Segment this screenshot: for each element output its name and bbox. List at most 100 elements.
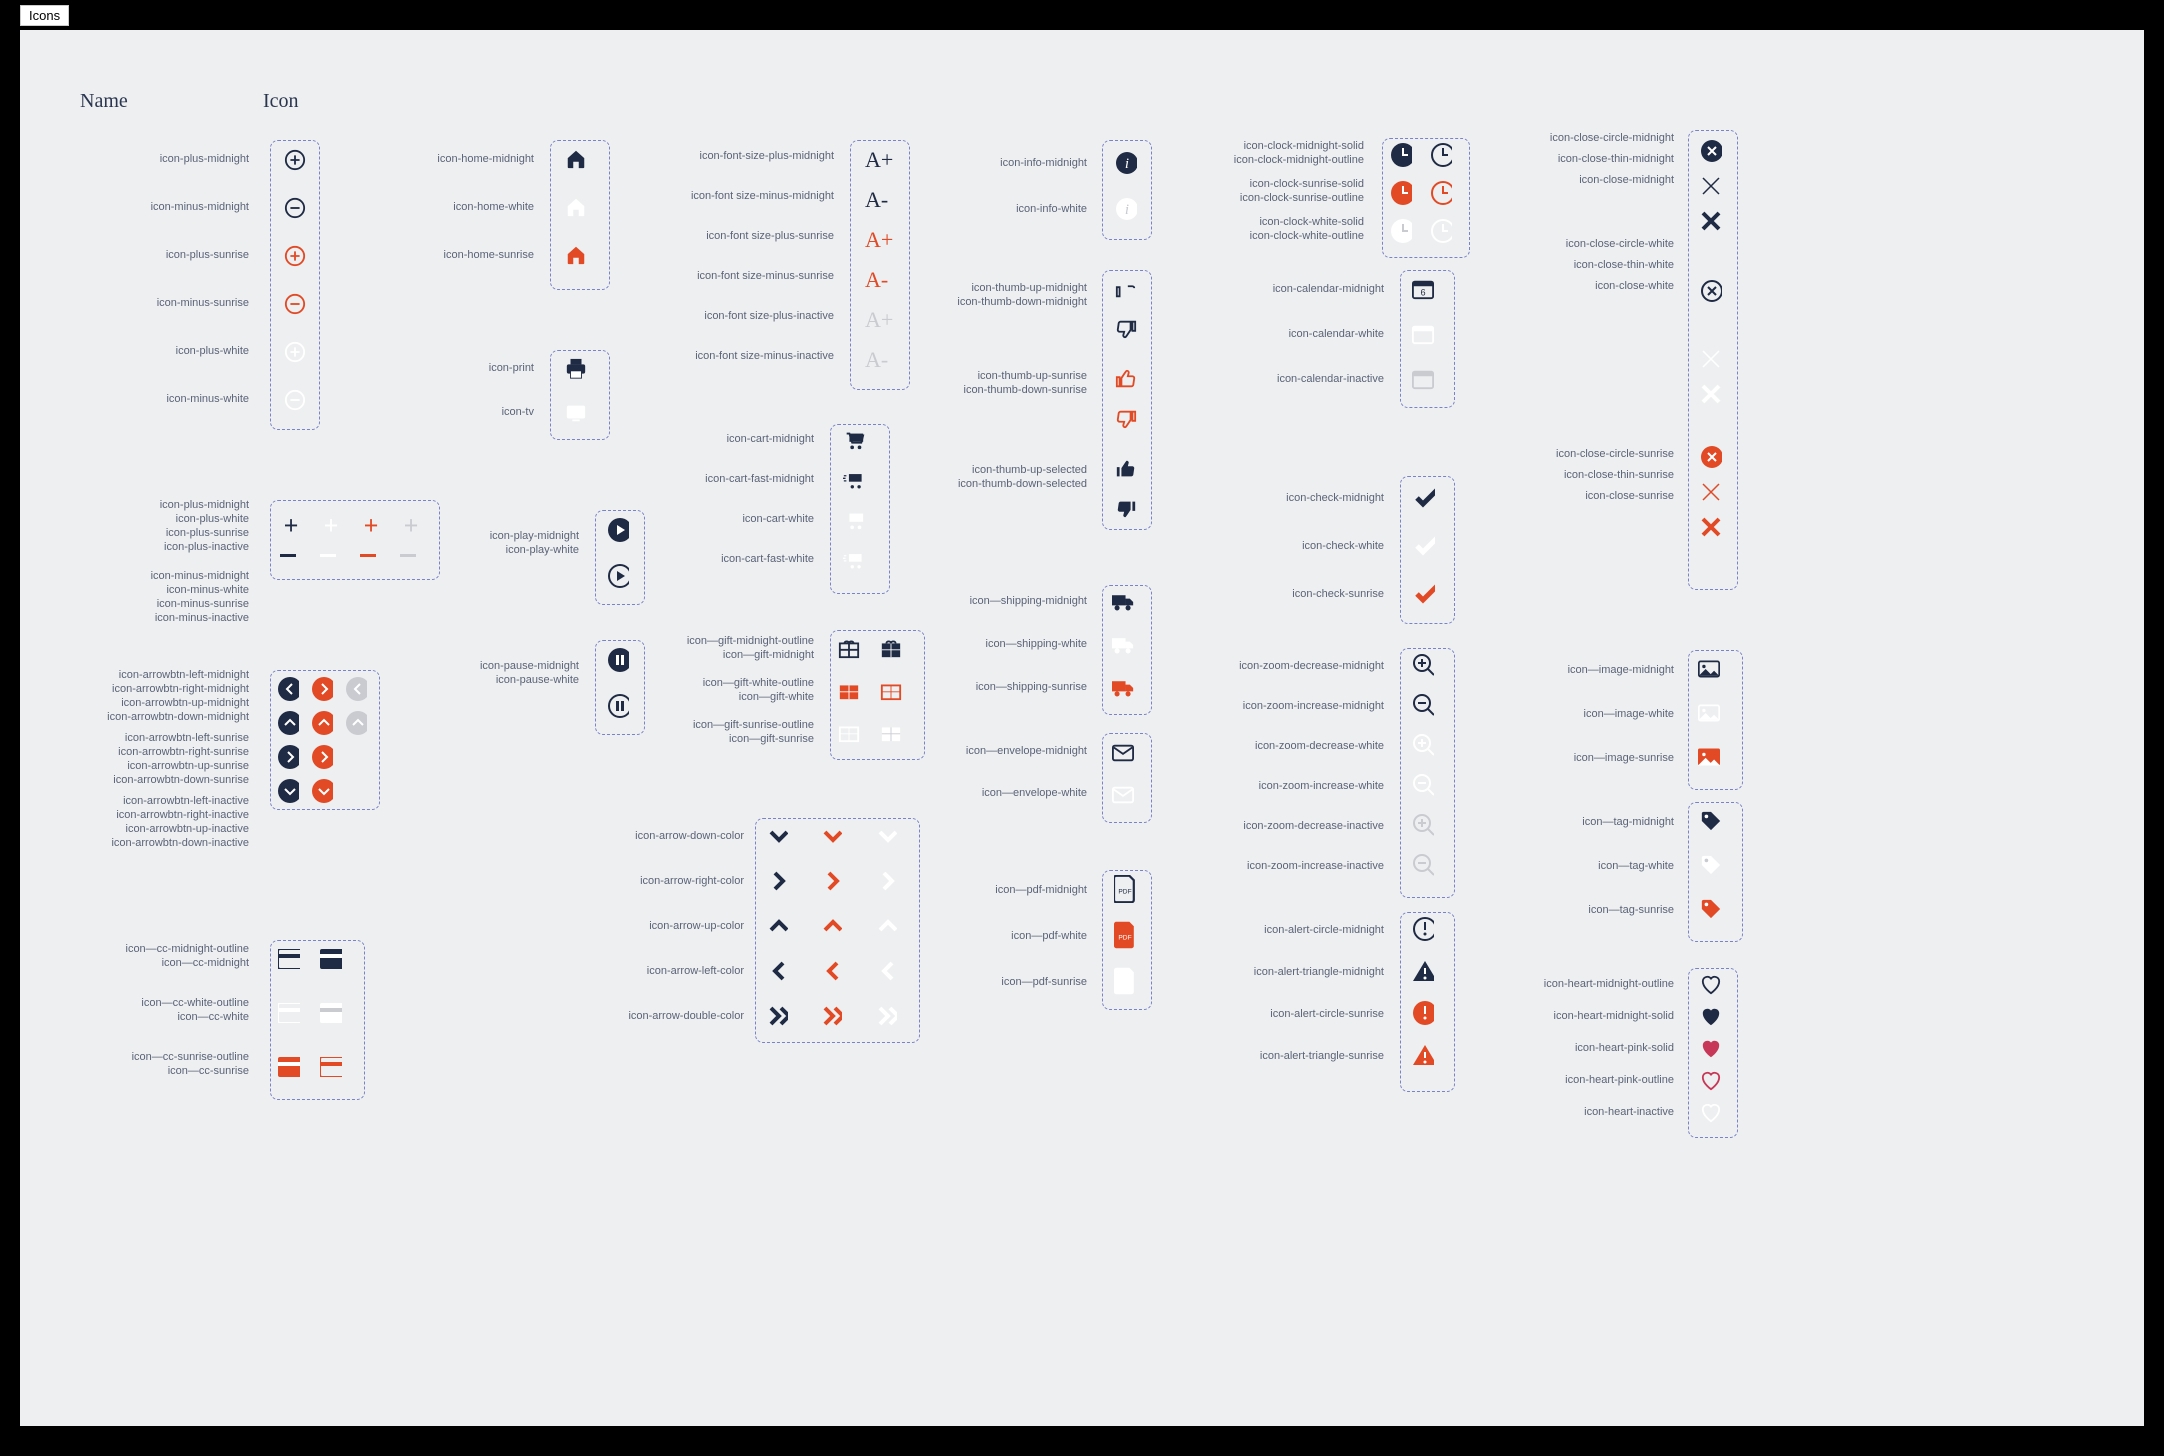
clock-icon xyxy=(1390,182,1412,204)
minus-icon xyxy=(360,554,376,557)
minus-circle-icon xyxy=(284,293,306,315)
alert-circle-icon xyxy=(1412,1002,1434,1024)
thumb-up-icon xyxy=(1115,368,1137,390)
chevron-left-icon xyxy=(766,960,788,982)
label: icon-cart-white xyxy=(742,513,814,525)
plus-icon: + xyxy=(360,515,382,537)
gift-icon xyxy=(880,679,902,701)
close-circle-icon xyxy=(1700,446,1722,468)
minus-icon xyxy=(400,554,416,557)
label: icon-alert-circle-sunrise xyxy=(1270,1008,1384,1020)
clock-icon xyxy=(1390,220,1412,242)
alert-triangle-icon xyxy=(1412,960,1434,982)
credit-card-icon xyxy=(278,948,300,970)
home-icon xyxy=(565,148,587,170)
label: icon-arrowbtn-left-inactive xyxy=(123,795,249,807)
cart-icon xyxy=(843,509,865,531)
chevron-right-icon xyxy=(766,870,788,892)
heart-icon xyxy=(1700,1070,1722,1092)
check-icon xyxy=(1413,486,1435,508)
plus-circle-icon xyxy=(284,149,306,171)
label: icon-thumb-down-midnight xyxy=(957,296,1087,308)
label: icon-heart-midnight-outline xyxy=(1544,978,1674,990)
label: icon-zoom-decrease-inactive xyxy=(1243,820,1384,832)
label: icon-close-thin-midnight xyxy=(1558,153,1674,165)
label: icon-font size-minus-sunrise xyxy=(697,270,834,282)
svg-text:6: 6 xyxy=(1420,287,1425,297)
label: icon-plus-midnight xyxy=(160,153,249,165)
close-icon xyxy=(1700,210,1722,232)
label: icon-minus-inactive xyxy=(155,612,249,624)
zoom-out-icon xyxy=(1412,855,1434,877)
header-icon: Icon xyxy=(263,90,299,113)
label: icon-alert-triangle-midnight xyxy=(1254,966,1384,978)
label: icon-cart-fast-midnight xyxy=(705,473,814,485)
minus-icon xyxy=(280,554,296,557)
font-size-minus-icon: A- xyxy=(865,347,888,373)
label: icon-play-white xyxy=(506,544,579,556)
label: icon-heart-inactive xyxy=(1584,1106,1674,1118)
label: icon-close-circle-sunrise xyxy=(1556,448,1674,460)
gift-icon xyxy=(880,637,902,659)
label: icon-minus-sunrise xyxy=(157,297,249,309)
label: icon—gift-white xyxy=(739,691,814,703)
label: icon-calendar-midnight xyxy=(1273,283,1384,295)
label: icon—cc-sunrise-outline xyxy=(132,1051,249,1063)
label: icon-home-white xyxy=(453,201,534,213)
tag-icon xyxy=(1700,854,1722,876)
label: icon-plus-white xyxy=(176,345,249,357)
plus-icon: + xyxy=(400,515,422,537)
label: icon—gift-sunrise-outline xyxy=(693,719,814,731)
credit-card-icon xyxy=(320,1002,342,1024)
label: icon—gift-white-outline xyxy=(703,677,814,689)
pause-icon xyxy=(607,695,629,717)
label: icon-info-midnight xyxy=(1000,157,1087,169)
chevron-double-icon xyxy=(766,1005,788,1027)
label: icon-arrowbtn-up-inactive xyxy=(126,823,250,835)
credit-card-icon xyxy=(320,948,342,970)
font-size-plus-icon: A+ xyxy=(865,147,893,173)
label: icon-thumb-up-sunrise xyxy=(978,370,1087,382)
heart-icon xyxy=(1700,1006,1722,1028)
chevron-left-icon xyxy=(875,960,897,982)
label: icon-thumb-up-selected xyxy=(972,464,1087,476)
label: icon-close-white xyxy=(1595,280,1674,292)
chevron-down-icon xyxy=(766,825,788,847)
label: icon-zoom-increase-inactive xyxy=(1247,860,1384,872)
chevron-up-icon xyxy=(875,915,897,937)
image-icon xyxy=(1698,746,1720,768)
icon-sheet: Icons Name Icon icon-plus-midnight icon-… xyxy=(20,30,2144,1426)
close-thin-icon xyxy=(1700,481,1722,503)
home-icon xyxy=(565,196,587,218)
header-name: Name xyxy=(80,90,128,113)
play-icon xyxy=(607,565,629,587)
label: icon-heart-midnight-solid xyxy=(1554,1010,1674,1022)
label: icon-arrow-down-color xyxy=(635,830,744,842)
chevron-right-icon xyxy=(875,870,897,892)
font-size-minus-icon: A- xyxy=(865,267,888,293)
truck-icon xyxy=(1112,634,1134,656)
calendar-icon xyxy=(1412,368,1434,390)
label: icon-arrowbtn-down-sunrise xyxy=(113,774,249,786)
info-icon: i xyxy=(1115,152,1137,174)
label: icon-print xyxy=(489,362,534,374)
thumb-up-icon xyxy=(1115,458,1137,480)
label: icon—gift-midnight-outline xyxy=(687,635,814,647)
cart-fast-icon xyxy=(843,469,865,491)
svg-text:PDF: PDF xyxy=(1118,888,1131,895)
gift-icon xyxy=(838,637,860,659)
arrow-right-button-icon xyxy=(311,678,333,700)
label: icon-calendar-inactive xyxy=(1277,373,1384,385)
label: icon—envelope-midnight xyxy=(966,745,1087,757)
image-icon xyxy=(1698,702,1720,724)
arrow-left-button-icon xyxy=(345,678,367,700)
close-circle-icon xyxy=(1700,280,1722,302)
label: icon-arrow-left-color xyxy=(647,965,744,977)
svg-text:i: i xyxy=(1125,156,1129,172)
label: icon-cart-midnight xyxy=(727,433,814,445)
label: icon—gift-sunrise xyxy=(729,733,814,745)
label: icon-alert-circle-midnight xyxy=(1264,924,1384,936)
credit-card-icon xyxy=(278,1002,300,1024)
label: icon—cc-white xyxy=(177,1011,249,1023)
label: icon-thumb-down-sunrise xyxy=(964,384,1088,396)
